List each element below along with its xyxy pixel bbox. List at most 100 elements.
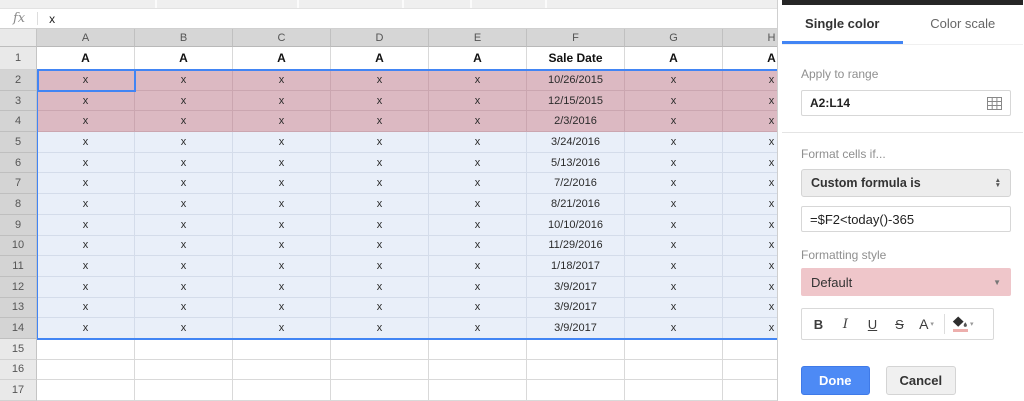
- done-button[interactable]: Done: [801, 366, 870, 395]
- cell[interactable]: x: [723, 318, 777, 339]
- cell[interactable]: x: [135, 297, 233, 319]
- condition-dropdown[interactable]: Custom formula is ▲ ▼: [801, 169, 1011, 197]
- italic-button[interactable]: I: [832, 317, 859, 332]
- cell[interactable]: x: [233, 194, 331, 215]
- cell[interactable]: A: [331, 47, 429, 70]
- cell[interactable]: [527, 380, 625, 401]
- cell[interactable]: x: [135, 318, 233, 339]
- cell[interactable]: A: [723, 47, 777, 70]
- cell[interactable]: x: [233, 111, 331, 133]
- row-header-10[interactable]: 10: [0, 235, 37, 257]
- row-header-16[interactable]: 16: [0, 359, 37, 381]
- cell[interactable]: x: [625, 214, 723, 236]
- select-all-corner[interactable]: [0, 29, 37, 47]
- column-header-f[interactable]: F: [527, 29, 625, 47]
- cell[interactable]: A: [233, 47, 331, 70]
- cell[interactable]: x: [429, 173, 527, 195]
- cell[interactable]: x: [625, 90, 723, 112]
- row-header-1[interactable]: 1: [0, 47, 37, 70]
- column-header-c[interactable]: C: [233, 29, 331, 47]
- cell[interactable]: x: [233, 90, 331, 112]
- row-header-9[interactable]: 9: [0, 214, 37, 236]
- cell[interactable]: [37, 380, 135, 401]
- cell[interactable]: x: [429, 132, 527, 153]
- cell[interactable]: x: [233, 297, 331, 319]
- cell[interactable]: [331, 359, 429, 381]
- cell[interactable]: x: [429, 111, 527, 133]
- row-header-5[interactable]: 5: [0, 132, 37, 153]
- row-header-13[interactable]: 13: [0, 297, 37, 319]
- cell[interactable]: 10/10/2016: [527, 214, 625, 236]
- cell[interactable]: x: [723, 90, 777, 112]
- cell[interactable]: x: [135, 194, 233, 215]
- cell[interactable]: x: [723, 173, 777, 195]
- cell[interactable]: x: [625, 173, 723, 195]
- cell[interactable]: [233, 338, 331, 360]
- cell[interactable]: x: [37, 111, 135, 133]
- cell[interactable]: x: [233, 235, 331, 257]
- cell[interactable]: x: [233, 318, 331, 339]
- cell[interactable]: [625, 380, 723, 401]
- cell[interactable]: x: [135, 70, 233, 91]
- cell[interactable]: [135, 380, 233, 401]
- cell[interactable]: [527, 338, 625, 360]
- cell[interactable]: x: [37, 152, 135, 174]
- cell[interactable]: x: [37, 214, 135, 236]
- bold-button[interactable]: B: [805, 317, 832, 332]
- cell[interactable]: x: [331, 111, 429, 133]
- cell[interactable]: [723, 359, 777, 381]
- row-header-2[interactable]: 2: [0, 70, 37, 91]
- cell[interactable]: x: [233, 214, 331, 236]
- cell[interactable]: x: [625, 276, 723, 298]
- cell[interactable]: x: [723, 276, 777, 298]
- cell[interactable]: x: [37, 235, 135, 257]
- row-header-6[interactable]: 6: [0, 152, 37, 174]
- cell[interactable]: x: [429, 70, 527, 91]
- cell[interactable]: x: [135, 152, 233, 174]
- cell[interactable]: x: [625, 111, 723, 133]
- cell[interactable]: x: [135, 256, 233, 277]
- cell[interactable]: x: [233, 152, 331, 174]
- cell[interactable]: x: [331, 256, 429, 277]
- formula-bar-input[interactable]: x: [49, 12, 55, 26]
- cell[interactable]: x: [723, 132, 777, 153]
- cell[interactable]: A: [135, 47, 233, 70]
- cell[interactable]: x: [429, 276, 527, 298]
- row-header-11[interactable]: 11: [0, 256, 37, 277]
- cell[interactable]: x: [429, 235, 527, 257]
- row-header-8[interactable]: 8: [0, 194, 37, 215]
- column-header-h[interactable]: H: [723, 29, 777, 47]
- cell[interactable]: x: [233, 132, 331, 153]
- strikethrough-button[interactable]: S: [886, 317, 913, 332]
- cell[interactable]: [135, 338, 233, 360]
- cell[interactable]: x: [723, 214, 777, 236]
- cell[interactable]: 10/26/2015: [527, 70, 625, 91]
- row-header-12[interactable]: 12: [0, 276, 37, 298]
- cell[interactable]: x: [135, 111, 233, 133]
- cell[interactable]: x: [37, 297, 135, 319]
- cell[interactable]: x: [723, 256, 777, 277]
- cell[interactable]: x: [37, 256, 135, 277]
- cell[interactable]: [625, 359, 723, 381]
- cell[interactable]: x: [135, 214, 233, 236]
- fill-color-button[interactable]: ▾: [949, 316, 977, 332]
- cell[interactable]: x: [625, 297, 723, 319]
- formatting-style-dropdown[interactable]: Default ▼: [801, 268, 1011, 296]
- range-input[interactable]: A2:L14: [801, 90, 1011, 116]
- cell[interactable]: [331, 380, 429, 401]
- cell[interactable]: x: [723, 194, 777, 215]
- column-header-g[interactable]: G: [625, 29, 723, 47]
- cell[interactable]: 12/15/2015: [527, 90, 625, 112]
- cell[interactable]: [37, 359, 135, 381]
- cell[interactable]: [723, 338, 777, 360]
- cell[interactable]: x: [135, 90, 233, 112]
- custom-formula-input[interactable]: =$F2<today()-365: [801, 206, 1011, 232]
- cell[interactable]: x: [37, 173, 135, 195]
- row-header-17[interactable]: 17: [0, 380, 37, 401]
- cell[interactable]: x: [37, 132, 135, 153]
- cell[interactable]: x: [331, 214, 429, 236]
- cell[interactable]: 3/24/2016: [527, 132, 625, 153]
- cell[interactable]: 3/9/2017: [527, 297, 625, 319]
- cell[interactable]: [233, 380, 331, 401]
- cell[interactable]: x: [233, 173, 331, 195]
